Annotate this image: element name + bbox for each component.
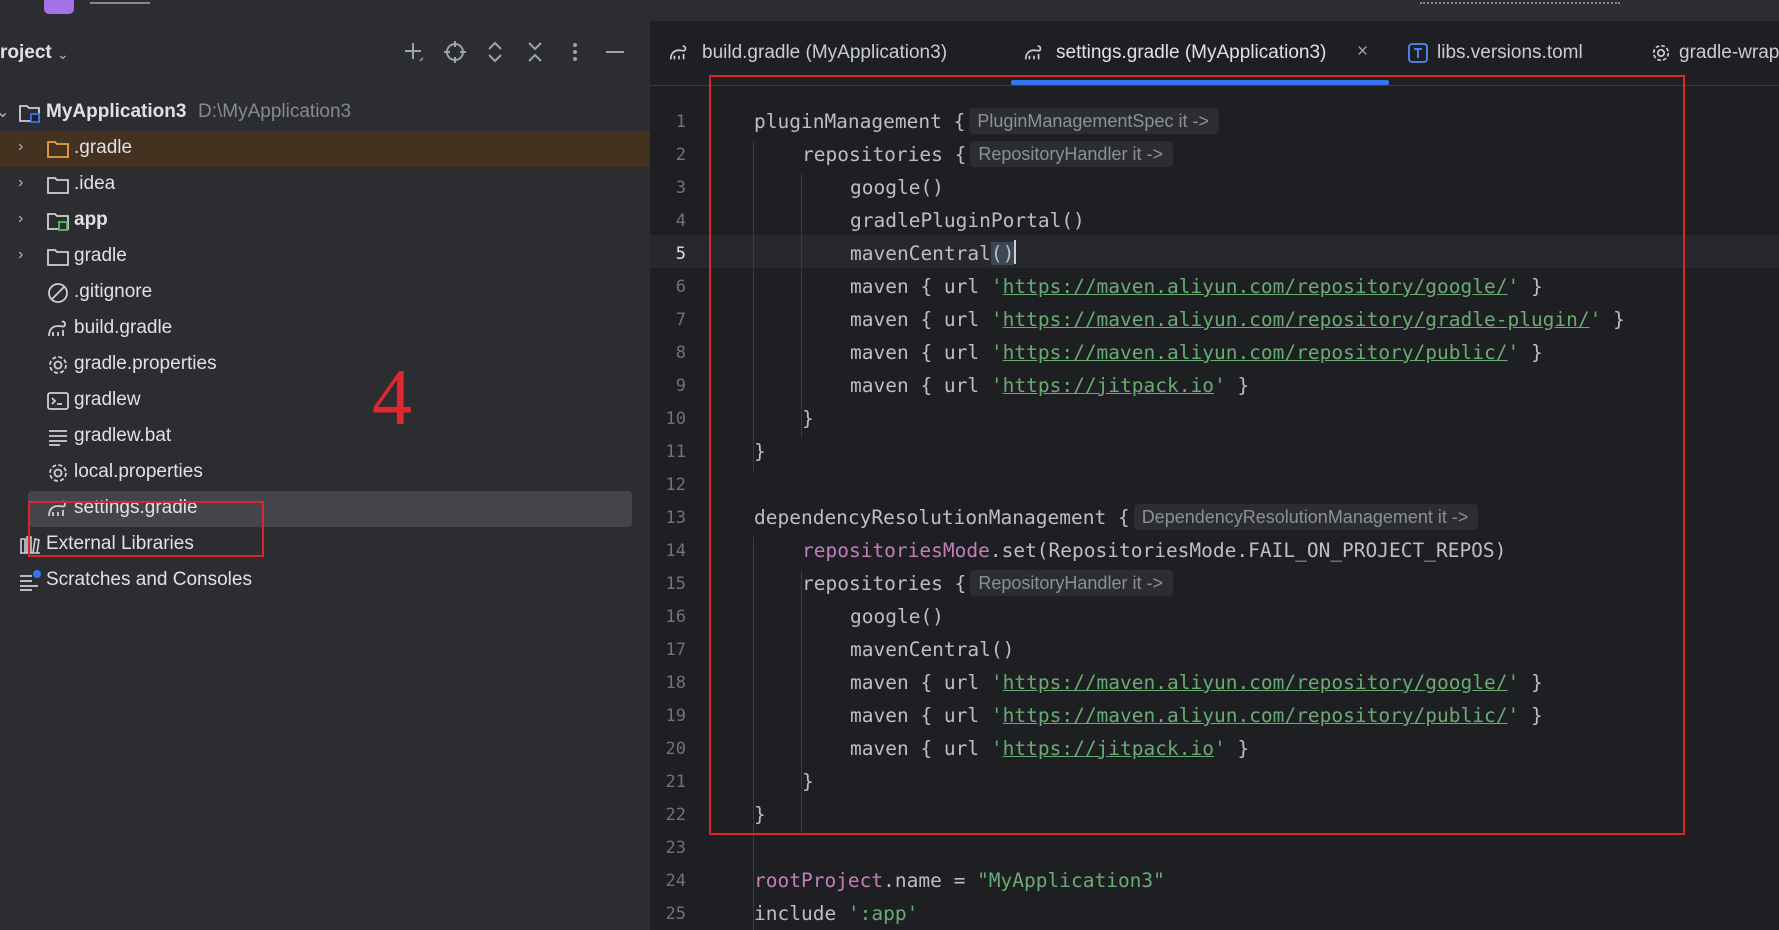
tree-item-gradlew[interactable]: gradlew <box>0 383 650 419</box>
tree-item-root[interactable]: ⌄ MyApplication3 D:\MyApplication3 <box>0 95 650 131</box>
scratches-icon <box>18 569 42 593</box>
tree-item-label: gradle <box>74 245 127 266</box>
code-line: include ':app' <box>754 902 919 925</box>
line-number: 10 <box>665 409 686 429</box>
line-number: 16 <box>665 607 686 627</box>
tree-item-label: .idea <box>74 173 116 194</box>
tab-label: build.gradle (MyApplication3) <box>702 42 948 63</box>
title-bar <box>0 0 1779 22</box>
gradle-elephant-icon <box>1023 42 1045 64</box>
project-view-selector[interactable]: roject <box>0 42 52 64</box>
line-number: 8 <box>675 343 686 363</box>
tree-item-gradle-properties[interactable]: gradle.properties <box>0 347 650 383</box>
tree-item-scratches[interactable]: Scratches and Consoles <box>0 563 650 599</box>
line-number: 6 <box>675 277 686 297</box>
highlight-box-code <box>709 75 1685 835</box>
more-options-icon[interactable] <box>562 39 588 65</box>
chevron-right-icon[interactable]: › <box>18 210 34 228</box>
ignore-file-icon <box>46 281 70 305</box>
tree-item-path: D:\MyApplication3 <box>198 101 352 122</box>
text-lines-icon <box>46 425 70 449</box>
line-number: 25 <box>665 904 686 924</box>
toml-file-icon <box>1407 42 1429 64</box>
step-annotation: 4 <box>372 354 412 442</box>
chevron-right-icon[interactable]: › <box>18 246 34 264</box>
module-folder-icon <box>18 101 42 125</box>
tree-item-label: .gitignore <box>74 281 153 302</box>
tree-item-label: app <box>74 209 108 230</box>
tree-item-label: local.properties <box>74 461 203 482</box>
module-folder-icon <box>46 209 70 233</box>
line-number: 2 <box>675 145 686 165</box>
chevron-right-icon[interactable]: › <box>18 138 34 156</box>
chevron-down-icon[interactable]: ⌄ <box>0 102 12 122</box>
line-number: 7 <box>675 310 686 330</box>
tree-item-dot-gradle[interactable]: › .gradle <box>0 131 650 167</box>
tree-item-label: gradlew.bat <box>74 425 172 446</box>
expand-all-icon[interactable] <box>482 39 508 65</box>
tree-item-label: build.gradle <box>74 317 173 338</box>
folder-icon <box>46 173 70 197</box>
line-number: 15 <box>665 574 686 594</box>
gear-icon <box>1650 42 1672 64</box>
tree-item-build-gradle[interactable]: build.gradle <box>0 311 650 347</box>
collapse-all-icon[interactable] <box>522 39 548 65</box>
line-number: 9 <box>675 376 686 396</box>
tree-item-label: MyApplication3 <box>46 101 187 122</box>
line-number: 22 <box>665 805 686 825</box>
folder-icon <box>46 245 70 269</box>
line-number: 11 <box>665 442 686 462</box>
line-number: 1 <box>675 112 686 132</box>
gear-icon <box>46 353 70 377</box>
line-number: 19 <box>665 706 686 726</box>
code-line: rootProject.name = "MyApplication3" <box>754 869 1165 892</box>
add-icon[interactable] <box>400 39 426 65</box>
tab-label: gradle-wrap <box>1679 42 1779 63</box>
tree-item-gradlew-bat[interactable]: gradlew.bat <box>0 419 650 455</box>
line-number: 24 <box>665 871 686 891</box>
chevron-right-icon[interactable]: › <box>18 174 34 192</box>
line-number: 3 <box>675 178 686 198</box>
hide-panel-icon[interactable] <box>602 39 628 65</box>
title-bar-menu[interactable] <box>90 2 150 10</box>
app-logo-icon <box>44 0 74 14</box>
locate-file-icon[interactable] <box>442 39 468 65</box>
tree-item-local-properties[interactable]: local.properties <box>0 455 650 491</box>
tree-item-label: Scratches and Consoles <box>46 569 252 590</box>
folder-icon <box>46 137 70 161</box>
line-number: 18 <box>665 673 686 693</box>
highlight-box-tree <box>28 501 264 557</box>
chevron-down-icon[interactable]: ⌄ <box>57 46 69 63</box>
gradle-elephant-icon <box>668 42 690 64</box>
tree-item-app[interactable]: › app <box>0 203 650 239</box>
terminal-icon <box>46 389 70 413</box>
tree-item-gradle[interactable]: › gradle <box>0 239 650 275</box>
tree-item-idea[interactable]: › .idea <box>0 167 650 203</box>
line-number: 5 <box>675 244 686 264</box>
gradle-elephant-icon <box>46 317 70 341</box>
line-number: 13 <box>665 508 686 528</box>
tree-item-label: gradlew <box>74 389 141 410</box>
tab-label: libs.versions.toml <box>1437 42 1583 63</box>
line-number: 17 <box>665 640 686 660</box>
tree-item-gitignore[interactable]: .gitignore <box>0 275 650 311</box>
line-number: 23 <box>665 838 686 858</box>
title-bar-run-widgets[interactable] <box>1420 2 1620 10</box>
line-number: 20 <box>665 739 686 759</box>
line-number: 12 <box>665 475 686 495</box>
close-icon[interactable]: × <box>1357 41 1368 63</box>
project-panel-header: roject ⌄ <box>0 21 650 85</box>
line-number: 14 <box>665 541 686 561</box>
tree-item-label: gradle.properties <box>74 353 217 374</box>
project-tool-window: roject ⌄ ⌄ MyApplication3 D:\MyApplicati… <box>0 21 650 930</box>
line-number: 21 <box>665 772 686 792</box>
gear-icon <box>46 461 70 485</box>
tab-label: settings.gradle (MyApplication3) <box>1056 42 1327 63</box>
tree-item-label: .gradle <box>74 137 133 158</box>
line-number: 4 <box>675 211 686 231</box>
